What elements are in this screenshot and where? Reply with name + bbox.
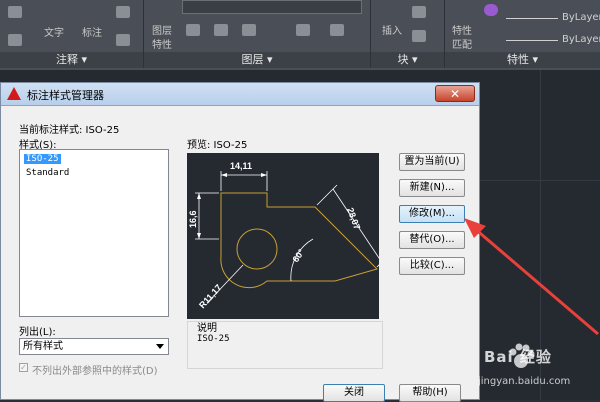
bylayer-line-1 [506, 18, 558, 19]
ribbon-label-match-2[interactable]: 匹配 [452, 36, 472, 51]
new-button[interactable]: 新建(N)... [399, 179, 465, 197]
exclude-xref-checkbox[interactable]: ✓ [19, 363, 28, 372]
ribbon-group-block[interactable]: 块 ▾ [371, 52, 444, 68]
ribbon-label-layer-props-1[interactable]: 图层 [152, 22, 172, 37]
chevron-down-icon [156, 344, 164, 349]
autocad-logo-icon [7, 87, 21, 100]
dialog-title: 标注样式管理器 [27, 89, 104, 102]
ribbon-icon-8[interactable] [296, 24, 310, 36]
list-label: 列出(L): [19, 327, 56, 338]
ribbon-icon-9[interactable] [330, 24, 344, 36]
ribbon-group-annotation[interactable]: 注释 ▾ [0, 52, 143, 68]
dim-left-text: 16,6 [188, 210, 198, 228]
ribbon-icon-6[interactable] [214, 24, 228, 36]
preview-drawing: 14,11 16,6 28,07 60° R11,17 [188, 161, 384, 310]
dim-radius-text: R11,17 [197, 282, 224, 310]
layer-combo[interactable] [182, 0, 362, 14]
bylayer-label-2[interactable]: ByLayer [562, 34, 600, 45]
current-style-label: 当前标注样式: ISO-25 [19, 125, 120, 136]
list-filter-value: 所有样式 [23, 341, 63, 352]
annotation-arrow-icon [464, 218, 599, 336]
override-button[interactable]: 替代(O)... [399, 231, 465, 249]
ribbon-group-layers[interactable]: 图层 ▾ [144, 52, 370, 68]
help-button[interactable]: 帮助(H) [399, 384, 461, 402]
compare-button[interactable]: 比较(C)... [399, 257, 465, 275]
baidu-watermark: Bai 经验 jingyan.baidu.com [478, 340, 600, 400]
ribbon-label-text[interactable]: 文字 [44, 24, 64, 39]
ribbon-label-insert[interactable]: 插入 [382, 22, 402, 37]
ribbon-label-layer-props-2[interactable]: 特性 [152, 36, 172, 51]
ribbon-group-properties[interactable]: 特性 ▾ [445, 52, 600, 68]
preview-label: 预览: ISO-25 [187, 140, 248, 151]
ribbon: 文字 标注 图层 特性 插入 特性 匹配 ByLayer ByLayer 注释 … [0, 0, 600, 70]
ribbon-icon-5[interactable] [186, 24, 200, 36]
close-icon[interactable]: ✕ [435, 85, 475, 102]
dim-diag-text: 28,07 [345, 206, 362, 231]
dialog-titlebar[interactable]: 标注样式管理器 ✕ [1, 83, 479, 106]
part-hole [236, 228, 278, 270]
set-current-button[interactable]: 置为当前(U) [399, 153, 465, 171]
bylayer-line-2 [506, 40, 558, 41]
dim-style-manager-dialog: 标注样式管理器 ✕ 当前标注样式: ISO-25 样式(S): ISO-25 S… [0, 82, 480, 402]
grid-line [480, 180, 600, 181]
style-preview: 14,11 16,6 28,07 60° R11,17 [187, 153, 384, 319]
style-item-iso25[interactable]: ISO-25 [24, 154, 61, 164]
ribbon-icon-4[interactable] [116, 34, 130, 46]
color-swatch-icon[interactable] [484, 4, 498, 16]
description-label: 说明 [197, 323, 217, 334]
ribbon-icon-2[interactable] [8, 34, 22, 46]
ribbon-icon-7[interactable] [242, 24, 256, 36]
watermark-url: jingyan.baidu.com [478, 376, 571, 387]
close-button[interactable]: 关闭 [323, 384, 385, 402]
ribbon-icon-10[interactable] [412, 6, 426, 18]
styles-listbox[interactable]: ISO-25 Standard [19, 149, 169, 317]
dim-angle-text: 60° [290, 247, 306, 264]
bylayer-label-1[interactable]: ByLayer [562, 12, 600, 23]
description-value: ISO-25 [197, 334, 230, 344]
ribbon-icon-11[interactable] [412, 30, 426, 42]
ribbon-label-match-1[interactable]: 特性 [452, 22, 472, 37]
modify-button[interactable]: 修改(M)... [399, 205, 465, 223]
style-item-standard[interactable]: Standard [24, 168, 71, 178]
exclude-xref-label: 不列出外部参照中的样式(D) [32, 366, 158, 377]
ribbon-icon-1[interactable] [8, 6, 22, 18]
ribbon-label-mark[interactable]: 标注 [82, 24, 102, 39]
list-filter-select[interactable]: 所有样式 [19, 338, 169, 355]
watermark-brand: Bai 经验 [484, 348, 552, 366]
ribbon-icon-3[interactable] [116, 6, 130, 18]
dim-top-text: 14,11 [230, 161, 252, 171]
